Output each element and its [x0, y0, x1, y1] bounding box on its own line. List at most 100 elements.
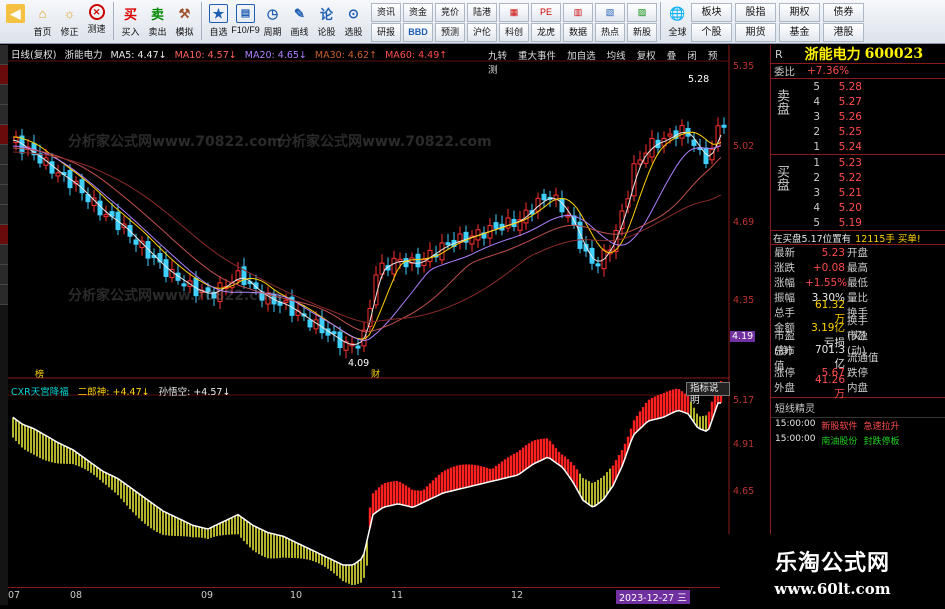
left-tab[interactable]: [0, 145, 8, 165]
auction-btn[interactable]: 竞价: [435, 3, 465, 22]
quote-panel: R 浙能电力 600023 委比 +7.36% 卖盘 5 5.28 4 5.27 3…: [770, 45, 945, 605]
kline-candle: [55, 172, 61, 177]
tag-jiuzhuan[interactable]: 九转: [488, 51, 507, 62]
left-tab[interactable]: [0, 225, 8, 245]
left-tab[interactable]: [0, 85, 8, 105]
bbd-btn[interactable]: BBD: [403, 23, 433, 42]
left-tab[interactable]: [0, 125, 8, 145]
ask-row[interactable]: 5 5.28: [771, 79, 945, 94]
bid-row[interactable]: 5 5.19: [771, 215, 945, 230]
stock-talk-button[interactable]: 论论股: [313, 2, 340, 42]
option-btn[interactable]: 期权: [779, 3, 820, 22]
stat-key2: 内盘: [847, 382, 868, 394]
hkstock-btn[interactable]: 港股: [823, 23, 864, 42]
home-button[interactable]: ⌂ 首页: [29, 2, 56, 42]
data-btn[interactable]: 数据: [563, 23, 593, 42]
bid-row[interactable]: 1 5.23: [771, 155, 945, 170]
left-tab[interactable]: [0, 285, 8, 305]
ask-row[interactable]: 4 5.27: [771, 94, 945, 109]
left-tab[interactable]: [0, 105, 8, 125]
pe-icon[interactable]: PE: [531, 3, 561, 22]
hotspot-btn[interactable]: 热点: [595, 23, 625, 42]
stat-row: 振幅 3.30% 量比: [771, 290, 945, 305]
tag-ma[interactable]: 均线: [607, 51, 626, 62]
kline-candle: [589, 247, 595, 264]
ask-row[interactable]: 2 5.25: [771, 124, 945, 139]
new-stock-btn[interactable]: 新股: [627, 23, 657, 42]
star-icon: ★: [209, 4, 228, 23]
tag-events[interactable]: 重大事件: [518, 51, 556, 62]
stat-key: 涨幅: [774, 277, 795, 289]
elf-event[interactable]: 15:00:00 南油股份 封跌停板: [771, 433, 945, 448]
sector-btn[interactable]: 板块: [691, 3, 732, 22]
y-tick: 4.35: [733, 295, 755, 306]
marker-cai[interactable]: 财: [371, 367, 380, 380]
forecast-btn[interactable]: 预测: [435, 23, 465, 42]
bond-btn[interactable]: 债券: [823, 3, 864, 22]
ask-row[interactable]: 1 5.24: [771, 139, 945, 154]
kline-svg[interactable]: [8, 45, 730, 587]
tag-restore[interactable]: 复权: [637, 51, 656, 62]
bid-row[interactable]: 3 5.21: [771, 185, 945, 200]
hk-btn[interactable]: 陆港: [467, 3, 497, 22]
chart-area[interactable]: 日线(复权) 浙能电力 MA5: 4.47↓ MA10: 4.57↓ MA20:…: [8, 45, 730, 605]
speed-test-button[interactable]: ✕ 测速: [83, 2, 110, 42]
left-tab[interactable]: [0, 185, 8, 205]
bid-row[interactable]: 4 5.20: [771, 200, 945, 215]
f10-button[interactable]: ▤ F10/F9: [231, 2, 260, 42]
left-tab-strip: [0, 45, 8, 605]
simulate-button[interactable]: ⚒ 模拟: [171, 2, 198, 42]
marker-bang[interactable]: 榜: [35, 367, 44, 380]
left-tab[interactable]: [0, 165, 8, 185]
left-tab[interactable]: [0, 245, 8, 265]
global-button[interactable]: 🌐 全球: [664, 2, 691, 42]
green-doc-icon[interactable]: ▨: [627, 3, 657, 22]
futures-btn[interactable]: 期货: [735, 23, 776, 42]
tag-close[interactable]: 闭: [687, 51, 697, 62]
kline-candle: [103, 214, 109, 218]
draw-line-button[interactable]: ✎ 画线: [286, 2, 313, 42]
sell-button[interactable]: 卖卖出: [144, 2, 171, 42]
y-tick: 4.91: [733, 439, 755, 450]
star-market-btn[interactable]: 科创: [499, 23, 529, 42]
r-label[interactable]: R: [775, 48, 783, 61]
doc-icon[interactable]: ▦: [499, 3, 529, 22]
stock-btn[interactable]: 个股: [691, 23, 732, 42]
kline-candle: [691, 139, 697, 146]
watchlist-button[interactable]: ★ 自选: [205, 2, 232, 42]
stat-value: 3.19亿: [811, 322, 845, 334]
buy-button[interactable]: 买买入: [117, 2, 144, 42]
dragon-tiger-btn[interactable]: 龙虎: [531, 23, 561, 42]
hammer-icon: ⚒: [178, 5, 191, 21]
shlondon-btn[interactable]: 沪伦: [467, 23, 497, 42]
kline-candle: [667, 133, 673, 137]
tag-add-watch[interactable]: 加自选: [567, 51, 596, 62]
kline-candle: [703, 147, 709, 165]
blue-doc-icon[interactable]: ▧: [595, 3, 625, 22]
left-tab[interactable]: [0, 45, 8, 65]
stock-select-button[interactable]: ⊙ 选股: [340, 2, 367, 42]
fund-btn[interactable]: 资金: [403, 3, 433, 22]
stat-row: 总市值 701.3亿 流通值: [771, 344, 945, 372]
tag-overlay[interactable]: 叠: [667, 51, 677, 62]
stock-name-label: 浙能电力: [64, 50, 103, 61]
indicator-help-button[interactable]: 指标说明: [686, 382, 730, 406]
index-btn[interactable]: 股指: [735, 3, 776, 22]
brand-url: www.60lt.com: [774, 580, 891, 598]
period-button[interactable]: ◷ 周期: [259, 2, 286, 42]
left-tab[interactable]: [0, 205, 8, 225]
bid-row[interactable]: 2 5.22: [771, 170, 945, 185]
red-doc-icon[interactable]: ▥: [563, 3, 593, 22]
report-btn[interactable]: 研报: [371, 23, 401, 42]
stat-key2: 开盘: [847, 247, 868, 259]
info-btn[interactable]: 资讯: [371, 3, 401, 22]
elf-event[interactable]: 15:00:00 新股软件 急速拉升: [771, 418, 945, 433]
ask-row[interactable]: 3 5.26: [771, 109, 945, 124]
back-button[interactable]: ◀: [2, 2, 29, 42]
fund2-btn[interactable]: 基金: [779, 23, 820, 42]
refresh-button[interactable]: ☼ 修正: [56, 2, 83, 42]
left-tab[interactable]: [0, 265, 8, 285]
kline-candle: [403, 258, 409, 268]
left-tab[interactable]: [0, 65, 8, 85]
x-tick: 11: [391, 590, 404, 601]
